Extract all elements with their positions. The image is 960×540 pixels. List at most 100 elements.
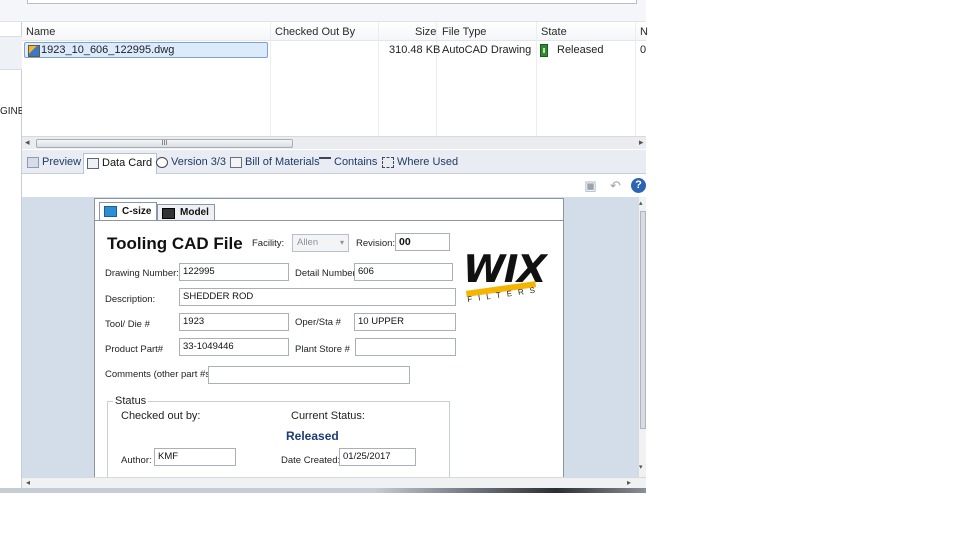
file-name-cell[interactable]: 1923_10_606_122995.dwg <box>24 42 268 58</box>
chevron-down-icon: ▾ <box>339 238 344 247</box>
tab-bill-of-materials[interactable]: Bill of Materials <box>227 153 324 174</box>
data-card-toolbar: ▣ ↶ ? <box>22 175 646 197</box>
search-field[interactable] <box>27 0 637 4</box>
tab-preview[interactable]: Preview <box>24 153 85 174</box>
scroll-up-icon[interactable]: ▴ <box>639 199 643 207</box>
tab-label: Model <box>180 207 209 218</box>
column-header-checked-out-by[interactable]: Checked Out By <box>275 26 355 38</box>
nav-selected-item[interactable] <box>0 36 22 70</box>
preview-icon <box>27 157 39 168</box>
grid-header: Name Checked Out By Size File Type State… <box>22 22 648 41</box>
tab-label: Preview <box>42 156 82 168</box>
file-size: 310.48 KB <box>389 44 441 56</box>
file-type: AutoCAD Drawing <box>442 44 532 56</box>
scroll-left-icon[interactable]: ◂ <box>26 478 30 487</box>
column-divider <box>635 22 636 136</box>
left-nav-pane: GINEI <box>0 22 27 492</box>
scroll-thumb-grip: III <box>161 140 168 147</box>
save-icon[interactable]: ▣ <box>583 178 598 193</box>
column-divider <box>378 22 379 136</box>
contains-icon <box>319 157 331 168</box>
card-title: Tooling CAD File <box>107 234 243 253</box>
date-created-label: Date Created: <box>281 455 341 466</box>
status-legend: Status <box>113 395 149 407</box>
tab-label: Where Used <box>397 156 459 168</box>
facility-value: Allen <box>297 237 319 248</box>
wix-filters-logo: WIX FILTERS <box>458 247 550 307</box>
tool-die-field[interactable]: 1923 <box>179 313 289 331</box>
column-header-name[interactable]: Name <box>26 26 55 38</box>
plant-store-label: Plant Store # <box>295 344 350 355</box>
plant-store-field[interactable] <box>355 338 456 356</box>
drawing-number-label: Drawing Number: <box>105 268 179 279</box>
extra-value: 0 <box>640 44 647 56</box>
tab-data-card[interactable]: Data Card <box>83 153 158 174</box>
facility-dropdown[interactable]: Allen ▾ <box>292 234 349 252</box>
tab-label: Contains <box>334 156 378 168</box>
checked-out-by-label: Checked out by: <box>121 410 201 422</box>
column-header-state[interactable]: State <box>541 26 567 38</box>
scroll-right-icon[interactable]: ▸ <box>627 478 631 487</box>
detail-number-label: Detail Number: <box>295 268 359 279</box>
data-card-icon <box>87 158 99 169</box>
revision-label: Revision: <box>356 238 396 249</box>
column-divider <box>536 22 537 136</box>
tab-contains[interactable]: Contains <box>316 153 381 174</box>
oper-sta-field[interactable]: 10 UPPER <box>354 313 456 331</box>
tab-label: C-size <box>122 206 152 217</box>
current-status-label: Current Status: <box>291 410 365 422</box>
scroll-left-icon[interactable]: ◂ <box>25 137 30 148</box>
document-icon <box>104 206 117 217</box>
column-header-extra[interactable]: N <box>640 26 648 38</box>
model-icon <box>162 208 175 219</box>
released-state-icon <box>540 44 548 57</box>
author-field[interactable]: KMF <box>154 448 236 466</box>
oper-sta-label: Oper/Sta # <box>295 317 341 328</box>
current-status-value: Released <box>286 429 339 443</box>
detail-tabs: Preview Data Card Version 3/3 Bill of Ma… <box>22 150 646 174</box>
table-row[interactable]: 1923_10_606_122995.dwg 310.48 KB AutoCAD… <box>22 42 646 59</box>
tab-c-size[interactable]: C-size <box>99 202 158 220</box>
file-state: Released <box>557 44 604 56</box>
facility-label: Facility: <box>252 238 285 249</box>
autocad-file-icon <box>28 45 40 57</box>
scroll-thumb[interactable] <box>640 211 646 429</box>
comments-field[interactable] <box>208 366 410 384</box>
tab-model[interactable]: Model <box>157 204 215 220</box>
column-divider <box>436 22 437 136</box>
undo-icon[interactable]: ↶ <box>608 178 623 193</box>
card-tab-line <box>95 220 563 221</box>
product-part-field[interactable]: 33-1049446 <box>179 338 289 356</box>
drawing-number-field[interactable]: 122995 <box>179 263 289 281</box>
description-label: Description: <box>105 294 156 305</box>
column-divider <box>270 22 271 136</box>
tab-label: Version 3/3 <box>171 156 227 168</box>
vault-explorer-window: GINEI Name Checked Out By Size File Type… <box>0 0 960 540</box>
scroll-right-icon[interactable]: ▸ <box>639 137 644 148</box>
tab-where-used[interactable]: Where Used <box>379 153 462 174</box>
product-part-label: Product Part# <box>105 344 164 355</box>
status-group: Status Checked out by: Current Status: R… <box>107 395 450 481</box>
tab-label: Data Card <box>102 157 153 169</box>
author-label: Author: <box>121 455 152 466</box>
scroll-down-icon[interactable]: ▾ <box>639 463 643 471</box>
comments-label: Comments (other part #s) <box>105 369 214 380</box>
window-bottom-edge <box>0 488 646 493</box>
scroll-thumb[interactable]: III <box>36 139 293 148</box>
date-created-field[interactable]: 01/25/2017 <box>339 448 416 466</box>
bill-of-materials-icon <box>230 157 242 168</box>
grid-horizontal-scrollbar[interactable]: ◂ III ▸ <box>22 136 646 149</box>
column-header-size[interactable]: Size <box>415 26 436 38</box>
search-strip <box>0 0 646 22</box>
card-horizontal-scrollbar[interactable]: ◂ ▸ <box>22 477 646 488</box>
file-name: 1923_10_606_122995.dwg <box>41 44 175 56</box>
column-header-file-type[interactable]: File Type <box>442 26 486 38</box>
revision-field[interactable]: 00 <box>395 233 450 251</box>
description-field[interactable]: SHEDDER ROD <box>179 288 456 306</box>
help-icon[interactable]: ? <box>631 178 646 193</box>
data-card: C-size Model Tooling CAD File Facility: … <box>94 198 564 481</box>
tab-version[interactable]: Version 3/3 <box>153 153 230 174</box>
card-vertical-scrollbar[interactable]: ▴ ▾ <box>638 197 646 477</box>
detail-number-field[interactable]: 606 <box>354 263 453 281</box>
tool-die-label: Tool/ Die # <box>105 319 150 330</box>
